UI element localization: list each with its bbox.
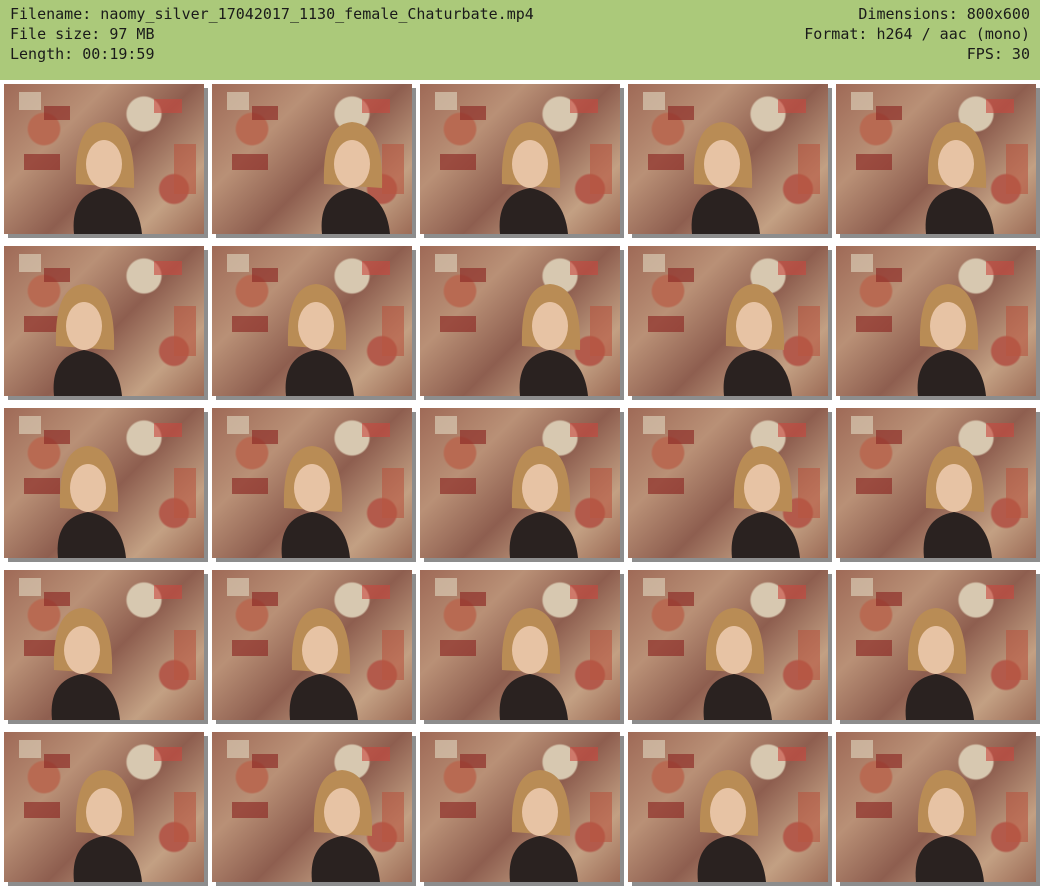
dimensions-text: Dimensions: 800x600 (858, 5, 1030, 23)
info-header: Filename: naomy_silver_17042017_1130_fem… (0, 0, 1040, 80)
video-frame-thumbnail (212, 570, 412, 720)
video-frame-thumbnail (420, 84, 620, 234)
video-frame-thumbnail (4, 408, 204, 558)
fps-text: FPS: 30 (966, 45, 1030, 63)
video-frame-thumbnail (212, 84, 412, 234)
video-frame-thumbnail (836, 408, 1036, 558)
info-right: Dimensions: 800x600 Format: h264 / aac (… (804, 4, 1030, 64)
video-frame-thumbnail (628, 84, 828, 234)
filesize-text: File size: 97 MB (10, 25, 155, 43)
video-frame-thumbnail (4, 570, 204, 720)
video-frame-thumbnail (628, 570, 828, 720)
video-frame-thumbnail (836, 84, 1036, 234)
video-frame-thumbnail (628, 408, 828, 558)
video-frame-thumbnail (628, 732, 828, 882)
video-frame-thumbnail (836, 246, 1036, 396)
video-frame-thumbnail (836, 570, 1036, 720)
filename-text: Filename: naomy_silver_17042017_1130_fem… (10, 5, 534, 23)
video-frame-thumbnail (4, 732, 204, 882)
thumbnail-grid (0, 80, 1040, 890)
video-frame-thumbnail (212, 246, 412, 396)
video-frame-thumbnail (4, 84, 204, 234)
video-frame-thumbnail (420, 570, 620, 720)
video-frame-thumbnail (836, 732, 1036, 882)
video-frame-thumbnail (420, 408, 620, 558)
info-left: Filename: naomy_silver_17042017_1130_fem… (10, 4, 534, 64)
format-text: Format: h264 / aac (mono) (804, 25, 1030, 43)
video-frame-thumbnail (628, 246, 828, 396)
video-frame-thumbnail (420, 246, 620, 396)
video-frame-thumbnail (4, 246, 204, 396)
length-text: Length: 00:19:59 (10, 45, 155, 63)
video-frame-thumbnail (212, 732, 412, 882)
video-frame-thumbnail (420, 732, 620, 882)
video-frame-thumbnail (212, 408, 412, 558)
